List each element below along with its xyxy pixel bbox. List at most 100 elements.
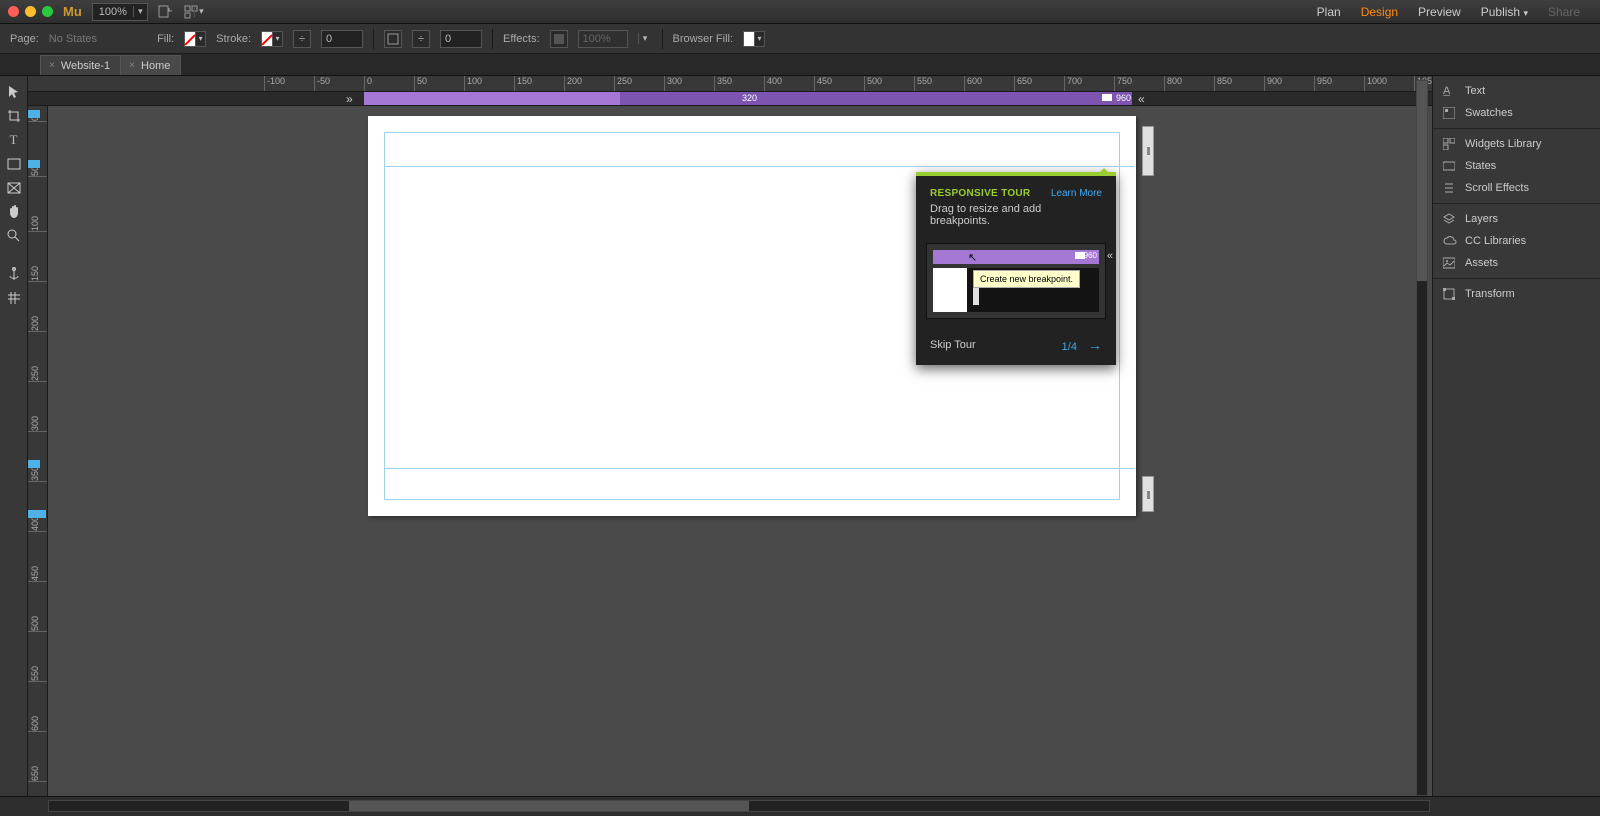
panel-states[interactable]: States <box>1433 155 1600 177</box>
tab-label: Website-1 <box>61 60 110 72</box>
separator <box>373 29 374 49</box>
nav-preview[interactable]: Preview <box>1418 5 1461 19</box>
skip-tour-button[interactable]: Skip Tour <box>930 339 976 351</box>
ruler-tick: 450 <box>814 76 832 91</box>
ruler-tick: 900 <box>1264 76 1282 91</box>
widgets-icon <box>1443 138 1457 150</box>
tour-breakpoint-bar: ↖ 960 « <box>933 250 1099 264</box>
effects-label: Effects: <box>503 33 539 45</box>
nav-share: Share <box>1548 5 1580 19</box>
horizontal-guide[interactable] <box>384 166 1135 167</box>
guide-marker[interactable] <box>28 110 48 118</box>
separator <box>1433 128 1600 129</box>
chevron-left-icon[interactable]: « <box>1138 92 1145 105</box>
ruler-tick: 500 <box>864 76 882 91</box>
page-state-value[interactable]: No States <box>49 33 97 45</box>
breakpoint-range-active[interactable] <box>620 92 1132 105</box>
text-icon: A̲ <box>1443 85 1457 97</box>
panel-cc-libraries[interactable]: CC Libraries <box>1433 230 1600 252</box>
scrollbar-thumb[interactable] <box>1417 81 1427 281</box>
ruler-tick: 600 <box>28 716 47 732</box>
ruler-tick: 750 <box>1114 76 1132 91</box>
chevron-right-icon[interactable]: » <box>346 92 353 105</box>
zoom-level-value: 100% <box>93 6 133 18</box>
ruler-tick: 450 <box>28 566 47 582</box>
horizontal-ruler[interactable]: -100-50050100150200250300350400450500550… <box>28 76 1600 92</box>
guide-marker[interactable] <box>28 160 48 168</box>
tab-label: Home <box>141 60 170 72</box>
design-canvas[interactable] <box>48 106 1600 796</box>
vertical-scrollbar[interactable] <box>1416 80 1428 796</box>
text-tool-icon[interactable]: T <box>3 130 25 150</box>
page-resize-handle[interactable] <box>1142 476 1154 512</box>
panel-assets[interactable]: Assets <box>1433 252 1600 274</box>
next-step-button[interactable]: → <box>1088 337 1102 353</box>
close-icon[interactable]: × <box>129 60 135 71</box>
chevron-down-icon: ▾ <box>272 32 282 46</box>
chevron-down-icon: ▾ <box>754 32 764 46</box>
browser-fill-swatch[interactable]: ▾ <box>743 31 765 47</box>
chevron-down-icon: ▾ <box>133 6 147 17</box>
guide-marker[interactable] <box>28 460 48 468</box>
breakpoint-range[interactable] <box>364 92 620 105</box>
ruler-tick: 600 <box>964 76 982 91</box>
browser-fill-label: Browser Fill: <box>673 33 734 45</box>
minimize-window-button[interactable] <box>25 6 36 17</box>
panel-scroll-effects[interactable]: Scroll Effects <box>1433 177 1600 199</box>
panel-swatches[interactable]: Swatches <box>1433 102 1600 124</box>
nav-plan[interactable]: Plan <box>1317 5 1341 19</box>
chevron-down-icon: ▾ <box>1523 8 1528 18</box>
zoom-tool-icon[interactable] <box>3 226 25 246</box>
panel-widgets[interactable]: Widgets Library <box>1433 133 1600 155</box>
scrollbar-thumb[interactable] <box>349 801 749 811</box>
chevron-down-icon[interactable]: ▾ <box>194 6 208 17</box>
horizontal-scrollbar[interactable] <box>48 800 1430 812</box>
options-bar: Page: No States Fill: ▾ Stroke: ▾ ÷ 0 ÷ … <box>0 24 1600 54</box>
effects-opacity-input[interactable]: 100% <box>578 30 628 48</box>
zoom-level-dropdown[interactable]: 100% ▾ <box>92 3 148 21</box>
ruler-tick: 100 <box>464 76 482 91</box>
opacity-input[interactable]: 0 <box>440 30 482 48</box>
close-icon[interactable]: × <box>49 60 55 71</box>
tab-website[interactable]: × Website-1 <box>40 55 121 75</box>
ruler-tick: 650 <box>28 766 47 782</box>
chevron-down-icon[interactable]: ▾ <box>638 33 652 44</box>
effects-toggle[interactable] <box>550 30 568 48</box>
breakpoint-bar[interactable]: » 320 960 « <box>28 92 1600 106</box>
selection-tool-icon[interactable] <box>3 82 25 102</box>
cursor-icon: ↖ <box>968 251 977 264</box>
tab-home[interactable]: × Home <box>120 55 181 75</box>
rectangle-tool-icon[interactable] <box>3 154 25 174</box>
stroke-decrement-button[interactable]: ÷ <box>293 30 311 48</box>
main-nav: Plan Design Preview Publish ▾ Share <box>1317 5 1592 19</box>
nav-publish[interactable]: Publish ▾ <box>1481 5 1528 19</box>
grid-tool-icon[interactable] <box>3 288 25 308</box>
fill-swatch[interactable]: ▾ <box>184 31 206 47</box>
anchor-tool-icon[interactable] <box>3 264 25 284</box>
chevron-down-icon: ▾ <box>195 32 205 46</box>
hand-tool-icon[interactable] <box>3 202 25 222</box>
page-resize-handle[interactable] <box>1142 126 1154 176</box>
horizontal-guide[interactable] <box>384 468 1135 469</box>
close-window-button[interactable] <box>8 6 19 17</box>
ruler-tick: 550 <box>28 666 47 682</box>
corner-radius-icon[interactable] <box>384 30 402 48</box>
stroke-swatch[interactable]: ▾ <box>261 31 283 47</box>
frame-tool-icon[interactable] <box>3 178 25 198</box>
zoom-window-button[interactable] <box>42 6 53 17</box>
panel-layers[interactable]: Layers <box>1433 208 1600 230</box>
panel-transform[interactable]: Transform <box>1433 283 1600 305</box>
ruler-tick: 400 <box>764 76 782 91</box>
new-page-icon[interactable] <box>156 3 174 21</box>
ruler-tick: 1000 <box>1364 76 1387 91</box>
ruler-tick: 250 <box>28 366 47 382</box>
crop-tool-icon[interactable] <box>3 106 25 126</box>
opacity-decrement-button[interactable]: ÷ <box>412 30 430 48</box>
panel-text[interactable]: A̲Text <box>1433 80 1600 102</box>
nav-design[interactable]: Design <box>1361 5 1398 19</box>
work-area: T -100-500501001502002503003504004505005… <box>0 76 1600 796</box>
learn-more-link[interactable]: Learn More <box>1051 188 1102 199</box>
guide-marker[interactable] <box>28 510 48 518</box>
vertical-ruler[interactable]: 050100150200250300350400450500550600650 <box>28 106 48 796</box>
stroke-weight-input[interactable]: 0 <box>321 30 363 48</box>
